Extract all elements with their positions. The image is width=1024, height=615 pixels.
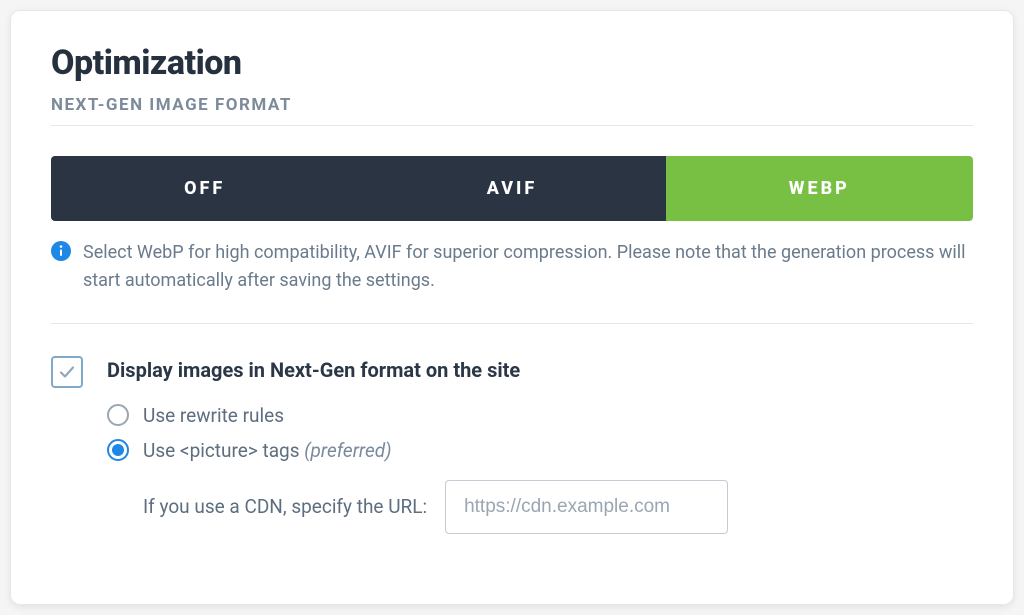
settings-card: Optimization NEXT-GEN IMAGE FORMAT OFF A…	[10, 10, 1014, 605]
divider	[51, 323, 973, 324]
info-text: Select WebP for high compatibility, AVIF…	[83, 239, 973, 295]
cdn-url-input[interactable]	[445, 480, 728, 534]
radio-rewrite-label: Use rewrite rules	[143, 404, 284, 427]
info-icon	[51, 241, 71, 261]
radio-row-rewrite: Use rewrite rules	[107, 404, 728, 427]
delivery-radio-group: Use rewrite rules Use <picture> tags (pr…	[107, 404, 728, 462]
page-title: Optimization	[51, 43, 973, 83]
radio-row-picture: Use <picture> tags (preferred)	[107, 439, 728, 462]
info-row: Select WebP for high compatibility, AVIF…	[51, 239, 973, 295]
format-segmented-control: OFF AVIF WEBP	[51, 156, 973, 221]
radio-rewrite-rules[interactable]	[107, 404, 129, 426]
format-option-webp[interactable]: WEBP	[666, 156, 973, 221]
display-option-row: Display images in Next-Gen format on the…	[51, 358, 973, 534]
radio-picture-tags[interactable]	[107, 439, 129, 461]
check-icon	[57, 362, 77, 382]
display-checkbox-label: Display images in Next-Gen format on the…	[107, 358, 728, 382]
cdn-label: If you use a CDN, specify the URL:	[143, 495, 427, 518]
format-option-avif[interactable]: AVIF	[358, 156, 665, 221]
format-option-off[interactable]: OFF	[51, 156, 358, 221]
display-checkbox[interactable]	[51, 356, 83, 388]
radio-picture-label: Use <picture> tags (preferred)	[143, 439, 392, 462]
display-option-content: Display images in Next-Gen format on the…	[107, 358, 728, 534]
section-subtitle: NEXT-GEN IMAGE FORMAT	[51, 95, 973, 126]
cdn-row: If you use a CDN, specify the URL:	[107, 480, 728, 534]
